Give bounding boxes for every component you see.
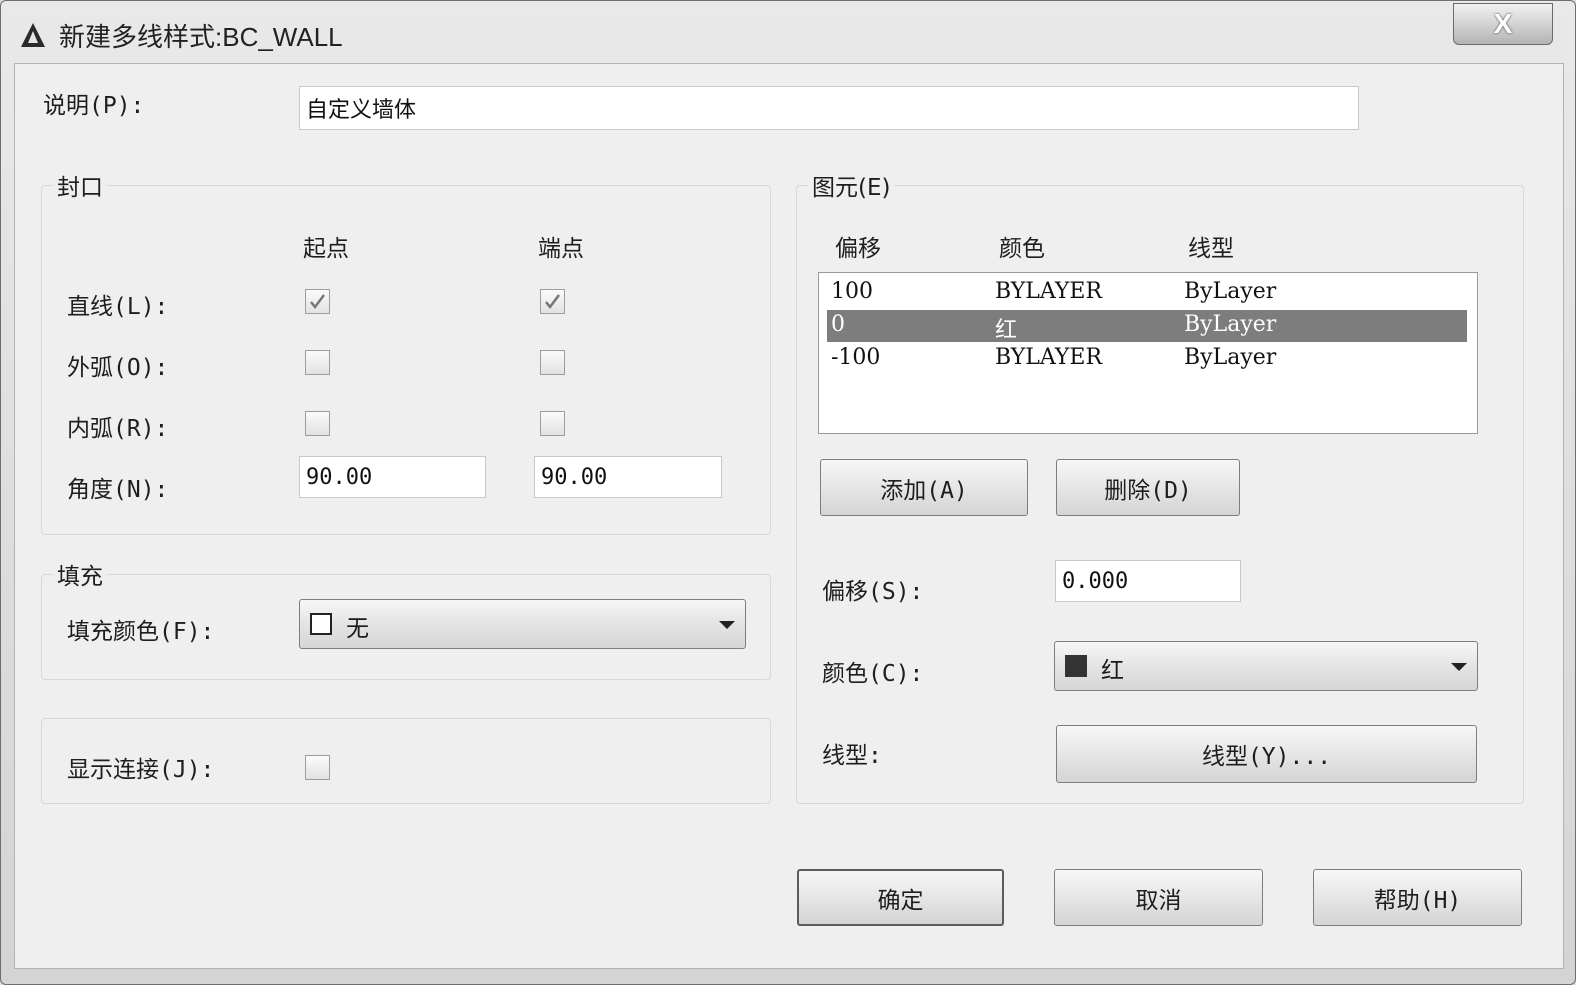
fill-group-title: 填充 — [53, 557, 107, 591]
elements-group-title: 图元(E) — [808, 168, 895, 202]
element-color-swatch — [1065, 655, 1087, 677]
elements-header-offset: 偏移 — [835, 236, 881, 262]
element-color-value: 红 — [1101, 658, 1124, 684]
elements-row-selected[interactable]: 0 红 ByLayer — [827, 310, 1467, 343]
elements-row[interactable]: -100 BYLAYER ByLayer — [827, 343, 1467, 375]
close-button[interactable]: X — [1453, 3, 1553, 45]
fill-color-select[interactable]: 无 — [299, 599, 746, 649]
fill-color-swatch — [310, 613, 332, 635]
row-linetype: ByLayer — [1184, 279, 1277, 304]
caps-line-end-checkbox[interactable] — [540, 289, 565, 314]
chevron-down-icon — [1451, 663, 1467, 671]
fill-color-label: 填充颜色(F): — [67, 619, 215, 645]
caps-inner-arc-start-checkbox[interactable] — [305, 411, 330, 436]
dialog-client: 说明(P): 自定义墙体 封口 起点 端点 直线(L): 外弧(O): 内弧(R… — [14, 63, 1564, 969]
elements-header-linetype: 线型 — [1188, 236, 1234, 262]
row-offset: -100 — [831, 345, 881, 370]
close-icon: X — [1493, 8, 1513, 39]
caps-outer-arc-end-checkbox[interactable] — [540, 350, 565, 375]
element-color-select[interactable]: 红 — [1054, 641, 1478, 691]
add-element-button[interactable]: 添加(A) — [820, 459, 1028, 516]
caps-line-label: 直线(L): — [67, 294, 169, 320]
element-offset-input[interactable]: 0.000 — [1055, 560, 1241, 602]
element-offset-label: 偏移(S): — [822, 579, 924, 605]
delete-element-button[interactable]: 删除(D) — [1056, 459, 1240, 516]
linetype-button[interactable]: 线型(Y)... — [1056, 725, 1477, 783]
caps-inner-arc-end-checkbox[interactable] — [540, 411, 565, 436]
row-offset: 100 — [831, 279, 873, 304]
caps-line-start-checkbox[interactable] — [305, 289, 330, 314]
elements-row[interactable]: 100 BYLAYER ByLayer — [827, 277, 1467, 309]
elements-list[interactable]: 100 BYLAYER ByLayer 0 红 ByLayer -100 BYL… — [818, 272, 1478, 434]
window-title: 新建多线样式:BC_WALL — [59, 22, 343, 52]
row-color: 红 — [995, 318, 1018, 343]
description-label: 说明(P): — [43, 93, 145, 119]
ok-button[interactable]: 确定 — [797, 869, 1004, 926]
show-joints-checkbox[interactable] — [305, 755, 330, 780]
caps-inner-arc-label: 内弧(R): — [67, 416, 169, 442]
cancel-button[interactable]: 取消 — [1054, 869, 1263, 926]
row-linetype: ByLayer — [1184, 345, 1277, 370]
dialog-window: 新建多线样式:BC_WALL X 说明(P): 自定义墙体 封口 起点 端点 直… — [0, 0, 1576, 985]
title-bar: 新建多线样式:BC_WALL X — [1, 1, 1575, 63]
show-joints-label: 显示连接(J): — [67, 757, 215, 783]
row-offset: 0 — [831, 312, 845, 337]
help-button[interactable]: 帮助(H) — [1313, 869, 1522, 926]
elements-header-color: 颜色 — [999, 236, 1045, 262]
checkmark-icon — [310, 294, 325, 310]
caps-outer-arc-start-checkbox[interactable] — [305, 350, 330, 375]
caps-group-title: 封口 — [53, 168, 107, 202]
row-color: BYLAYER — [995, 279, 1103, 304]
caps-angle-end-input[interactable]: 90.00 — [534, 456, 722, 498]
checkmark-icon — [545, 294, 560, 310]
fill-color-value: 无 — [346, 616, 369, 642]
caps-end-header: 端点 — [538, 236, 584, 262]
element-linetype-label: 线型: — [822, 743, 882, 769]
chevron-down-icon — [719, 621, 735, 629]
caps-angle-start-input[interactable]: 90.00 — [299, 456, 486, 498]
caps-angle-label: 角度(N): — [67, 477, 169, 503]
description-input[interactable]: 自定义墙体 — [299, 86, 1359, 130]
caps-outer-arc-label: 外弧(O): — [67, 355, 169, 381]
autocad-icon — [21, 23, 45, 47]
caps-start-header: 起点 — [303, 236, 349, 262]
row-linetype: ByLayer — [1184, 312, 1277, 337]
row-color: BYLAYER — [995, 345, 1103, 370]
element-color-label: 颜色(C): — [822, 661, 924, 687]
